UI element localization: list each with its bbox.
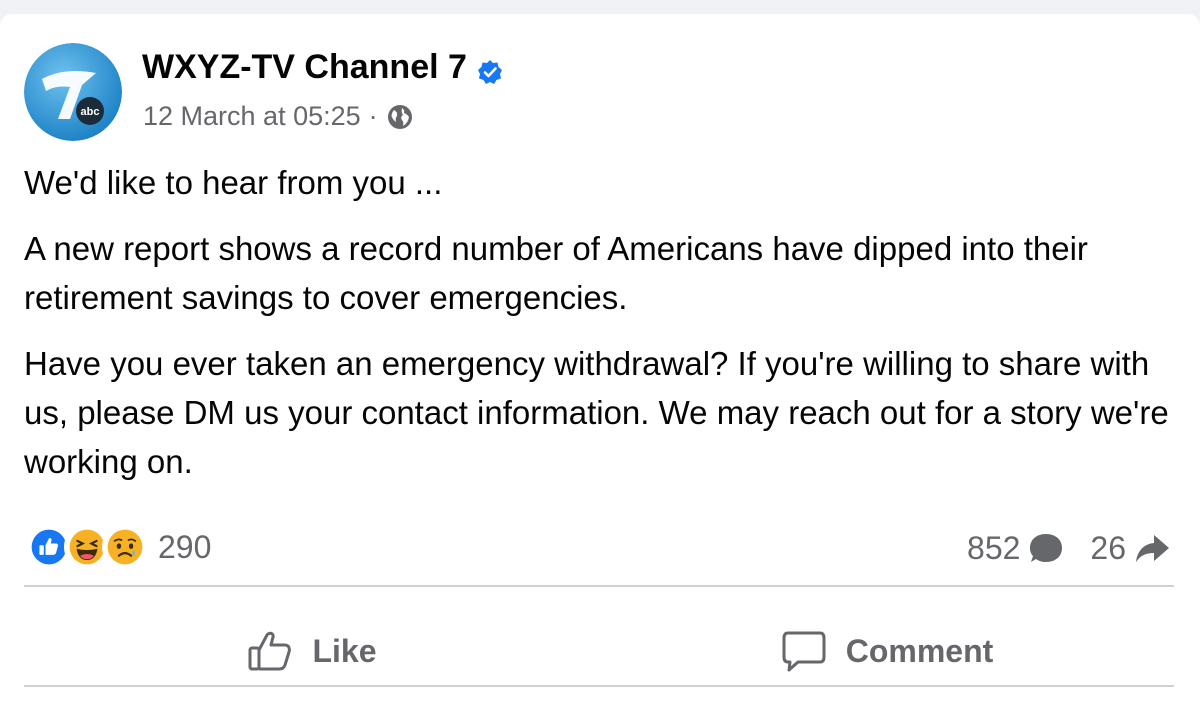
sad-reaction-icon	[102, 524, 148, 570]
verified-badge-icon	[477, 55, 503, 84]
share-arrow-icon	[1136, 535, 1169, 562]
comment-bubble-icon	[1030, 534, 1063, 562]
meta-separator: ·	[368, 101, 378, 131]
wxyz-logo-icon: abc	[24, 43, 122, 141]
comment-label: Comment	[845, 632, 994, 669]
divider	[24, 685, 1174, 687]
post-author-row: WXYZ-TV Channel 7	[142, 48, 503, 87]
post-card: abc WXYZ-TV Channel 7 12 March at 05:25 …	[0, 14, 1200, 705]
like-button[interactable]: Like	[24, 604, 599, 698]
post-meta: 12 March at 05:25 ·	[143, 101, 414, 132]
page-avatar[interactable]: abc	[24, 43, 122, 141]
abc-logo-text: abc	[81, 106, 100, 118]
post-paragraph: We'd like to hear from you ...	[24, 164, 443, 201]
comment-count-link[interactable]: 852	[967, 528, 1066, 568]
like-label: Like	[312, 632, 377, 669]
reactions-summary[interactable]: 290	[26, 524, 211, 570]
globe-icon[interactable]	[386, 103, 414, 131]
author-name[interactable]: WXYZ-TV Channel 7	[142, 48, 467, 87]
post-body: We'd like to hear from you ... A new rep…	[24, 158, 1174, 503]
post-timestamp[interactable]: 12 March at 05:25	[143, 101, 361, 132]
reaction-count: 290	[158, 528, 212, 565]
post-paragraph: Have you ever taken an emergency withdra…	[24, 345, 1169, 480]
post-paragraph: A new report shows a record number of Am…	[24, 230, 1088, 316]
comment-count: 852	[967, 529, 1021, 566]
divider	[24, 585, 1174, 587]
thumbs-up-icon	[248, 631, 292, 671]
comment-button[interactable]: Comment	[599, 604, 1174, 698]
post-actions: Like Comment	[24, 604, 1174, 698]
share-count: 26	[1090, 529, 1126, 566]
share-count-link[interactable]: 26	[1090, 528, 1172, 568]
engagement-stats: 852 26	[967, 528, 1172, 568]
comment-icon	[782, 631, 826, 672]
